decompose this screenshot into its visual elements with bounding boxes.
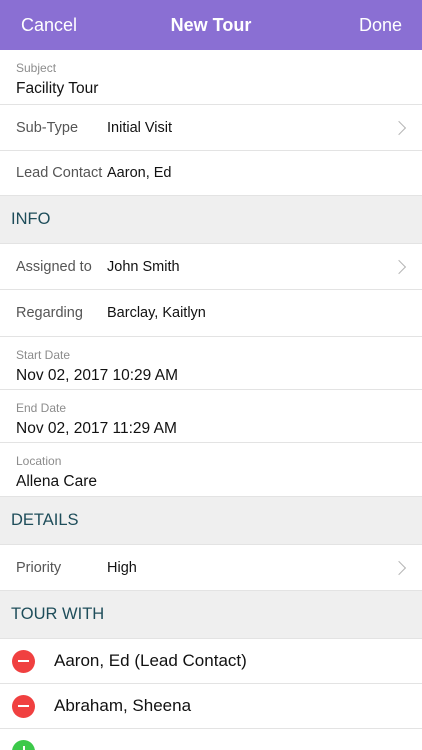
start-date-label: Start Date bbox=[16, 348, 71, 362]
chevron-right-icon bbox=[391, 259, 407, 274]
subject-value: Facility Tour bbox=[16, 80, 99, 97]
location-field[interactable]: Location Allena Care bbox=[0, 443, 422, 497]
cancel-button[interactable]: Cancel bbox=[21, 15, 77, 36]
regarding-row[interactable]: Regarding Barclay, Kaitlyn bbox=[0, 290, 422, 337]
subject-field[interactable]: Subject Facility Tour bbox=[0, 50, 422, 105]
lead-contact-label: Lead Contact bbox=[16, 165, 103, 181]
info-section-header: INFO bbox=[0, 196, 422, 244]
subject-label: Subject bbox=[16, 61, 57, 75]
assigned-to-row[interactable]: Assigned to John Smith bbox=[0, 244, 422, 290]
start-date-field[interactable]: Start Date Nov 02, 2017 10:29 AM bbox=[0, 337, 422, 390]
add-participant-row[interactable] bbox=[0, 729, 422, 750]
assigned-to-value: John Smith bbox=[107, 258, 180, 275]
sub-type-row[interactable]: Sub-Type Initial Visit bbox=[0, 105, 422, 151]
chevron-right-icon bbox=[391, 560, 407, 575]
regarding-label: Regarding bbox=[16, 305, 83, 321]
remove-icon[interactable] bbox=[12, 694, 35, 718]
lead-contact-value: Aaron, Ed bbox=[107, 165, 172, 181]
add-icon[interactable] bbox=[12, 740, 35, 750]
regarding-value: Barclay, Kaitlyn bbox=[107, 305, 206, 321]
tour-participant-name: Abraham, Sheena bbox=[54, 696, 192, 715]
tour-with-section-header: TOUR WITH bbox=[0, 591, 422, 639]
start-date-value: Nov 02, 2017 10:29 AM bbox=[16, 367, 179, 384]
priority-row[interactable]: Priority High bbox=[0, 545, 422, 591]
details-section-header: DETAILS bbox=[0, 497, 422, 545]
tour-participant-name: Aaron, Ed (Lead Contact) bbox=[54, 651, 247, 670]
end-date-value: Nov 02, 2017 11:29 AM bbox=[16, 420, 177, 437]
list-item: Aaron, Ed (Lead Contact) bbox=[0, 639, 422, 684]
lead-contact-row[interactable]: Lead Contact Aaron, Ed bbox=[0, 151, 422, 196]
list-item: Abraham, Sheena bbox=[0, 684, 422, 729]
remove-icon[interactable] bbox=[12, 649, 35, 673]
sub-type-label: Sub-Type bbox=[16, 119, 79, 136]
priority-value: High bbox=[107, 559, 137, 576]
nav-bar: Cancel New Tour Done bbox=[0, 0, 422, 50]
assigned-to-label: Assigned to bbox=[16, 258, 92, 275]
tour-form: Subject Facility Tour Sub-Type Initial V… bbox=[0, 50, 422, 750]
location-label: Location bbox=[16, 454, 62, 468]
end-date-label: End Date bbox=[16, 401, 67, 415]
priority-label: Priority bbox=[16, 559, 62, 576]
end-date-field[interactable]: End Date Nov 02, 2017 11:29 AM bbox=[0, 390, 422, 443]
sub-type-value: Initial Visit bbox=[107, 119, 173, 136]
chevron-right-icon bbox=[391, 120, 407, 135]
location-value: Allena Care bbox=[16, 473, 97, 490]
done-button[interactable]: Done bbox=[359, 15, 402, 36]
